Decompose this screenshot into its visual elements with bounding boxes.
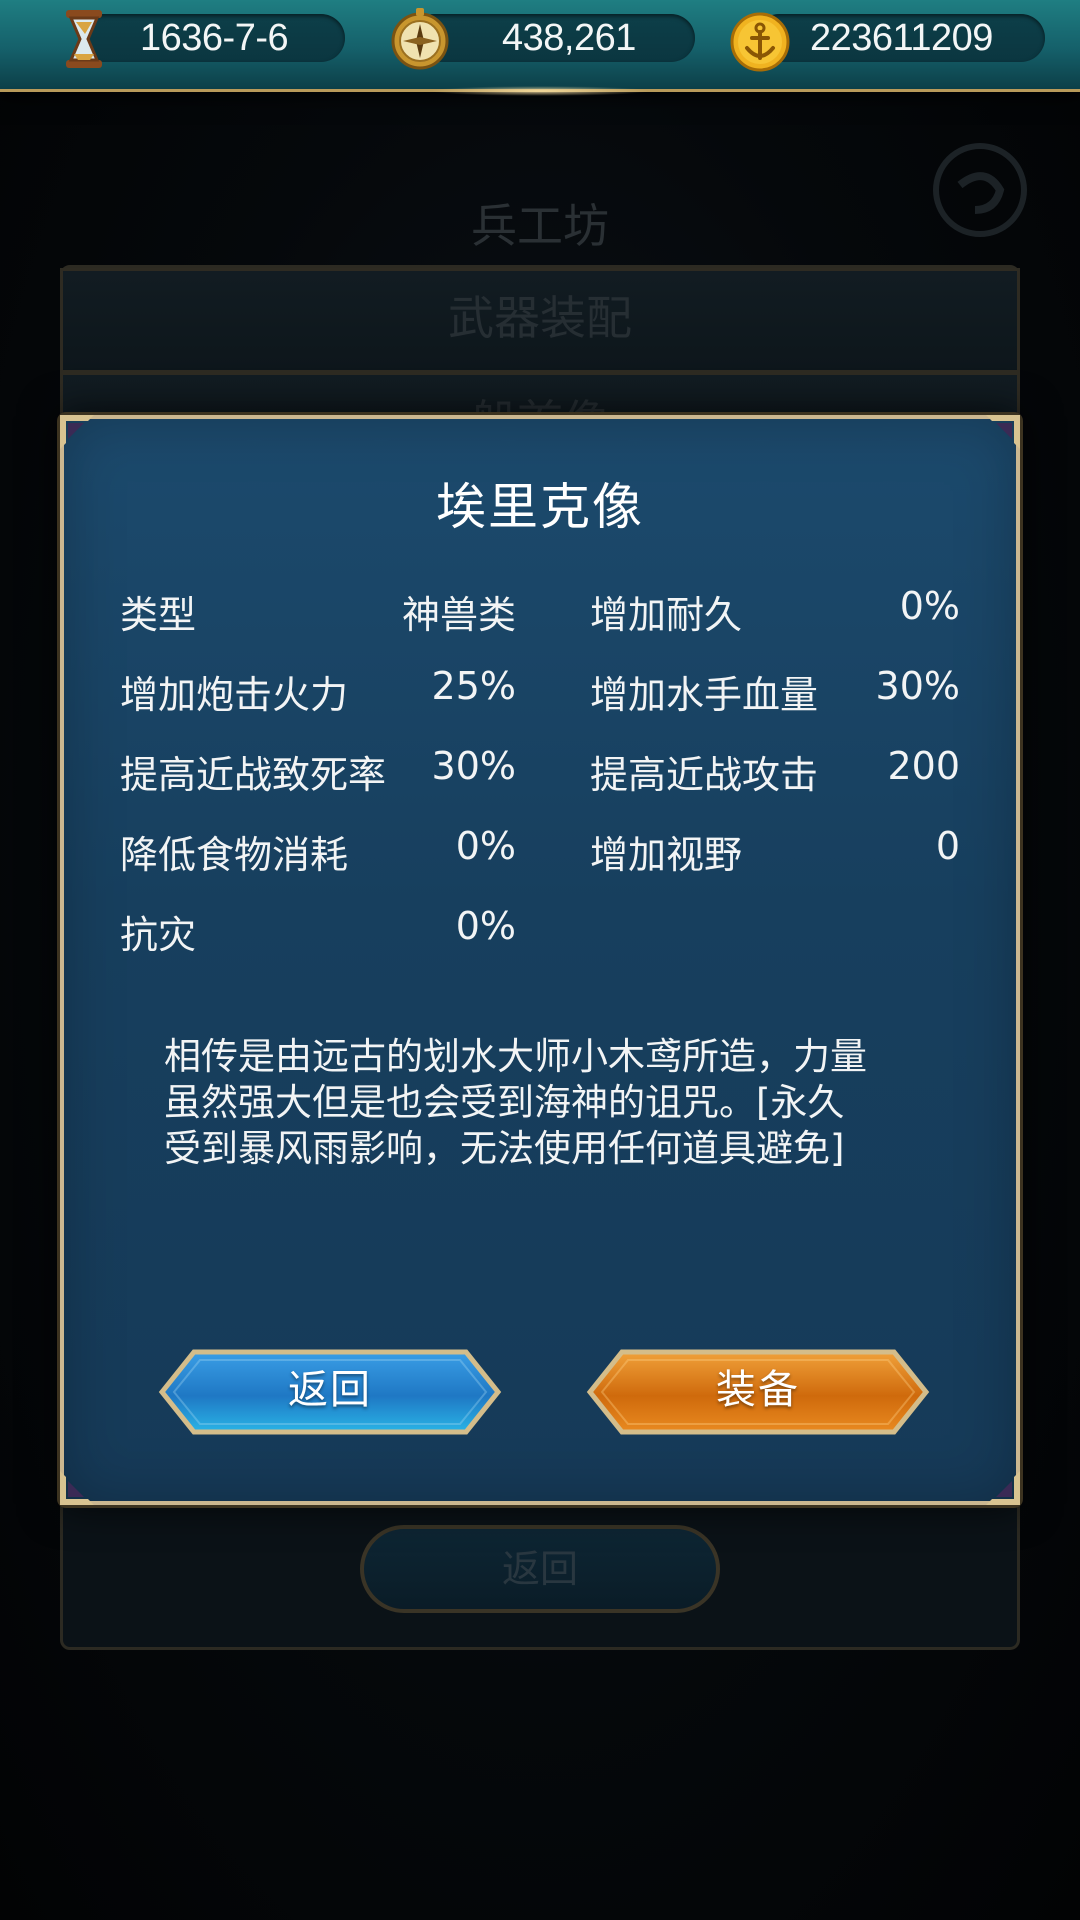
stat-row: 抗灾 0% — [120, 904, 516, 964]
stat-value: 0% — [455, 824, 516, 868]
compass-value: 438,261 — [502, 17, 636, 59]
back-arrow-icon[interactable] — [930, 140, 1030, 240]
stat-value: 200 — [887, 744, 960, 788]
stat-value: 0% — [455, 904, 516, 948]
stat-label: 增加耐久 — [590, 593, 743, 637]
compass-icon — [391, 8, 449, 70]
stat-label: 提高近战攻击 — [590, 753, 819, 797]
back-button-label: 返回 — [288, 1367, 372, 1413]
background-back-button[interactable]: 返回 — [360, 1525, 720, 1613]
item-description: 相传是由远古的划水大师小木鸢所造，力量 虽然强大但是也会受到海神的诅咒。[永久 … — [164, 1034, 904, 1172]
stat-label: 类型 — [120, 593, 197, 637]
gold-coin-anchor-icon — [730, 12, 790, 72]
item-detail-modal: 埃里克像 类型 神兽类 增加炮击火力 25% 提高近战致死率 30% 降低食物消… — [60, 415, 1020, 1505]
stat-row: 增加视野 0 — [590, 824, 960, 884]
gold-display: 223611209 — [755, 14, 1045, 62]
description-line: 虽然强大但是也会受到海神的诅咒。[永久 — [164, 1081, 845, 1124]
tab-weapons[interactable]: 武器装配 — [60, 268, 1020, 373]
stat-value: 神兽类 — [401, 593, 516, 637]
stat-label: 降低食物消耗 — [120, 833, 349, 877]
stat-value: 0 — [935, 824, 960, 868]
stat-value: 25% — [431, 664, 516, 708]
back-button[interactable]: 返回 — [154, 1344, 506, 1440]
resource-bar: 1636-7-6 438,261 223611209 — [0, 0, 1080, 96]
stat-row: 增加水手血量 30% — [590, 664, 960, 724]
equip-button-label: 装备 — [716, 1367, 800, 1413]
equip-button[interactable]: 装备 — [582, 1344, 934, 1440]
screen: 1636-7-6 438,261 223611209 兵工坊 武器装配 返回 埃… — [0, 0, 1080, 1920]
stat-label: 增加炮击火力 — [120, 673, 349, 717]
corner-ornament-icon — [60, 1471, 94, 1505]
stat-row: 降低食物消耗 0% — [120, 824, 516, 884]
stat-row: 增加耐久 0% — [590, 584, 960, 644]
stat-label: 抗灾 — [120, 913, 197, 957]
corner-ornament-icon — [986, 1471, 1020, 1505]
stat-row: 提高近战致死率 30% — [120, 744, 516, 804]
stat-row: 增加炮击火力 25% — [120, 664, 516, 724]
description-line: 受到暴风雨影响，无法使用任何道具避免] — [164, 1127, 845, 1170]
corner-ornament-icon — [60, 415, 94, 449]
description-line: 相传是由远古的划水大师小木鸢所造，力量 — [164, 1035, 867, 1078]
stat-value: 30% — [431, 744, 516, 788]
stat-label: 提高近战致死率 — [120, 753, 387, 797]
gold-value: 223611209 — [810, 17, 993, 59]
stat-value: 30% — [875, 664, 960, 708]
hourglass-icon — [66, 10, 102, 68]
item-title: 埃里克像 — [436, 478, 644, 536]
stat-row: 类型 神兽类 — [120, 584, 516, 644]
corner-ornament-icon — [986, 415, 1020, 449]
stat-value: 0% — [899, 584, 960, 628]
stat-row: 提高近战攻击 200 — [590, 744, 960, 804]
date-value: 1636-7-6 — [140, 17, 289, 59]
stat-label: 增加水手血量 — [590, 673, 819, 717]
stat-label: 增加视野 — [590, 833, 743, 877]
background-title: 兵工坊 — [471, 199, 609, 253]
